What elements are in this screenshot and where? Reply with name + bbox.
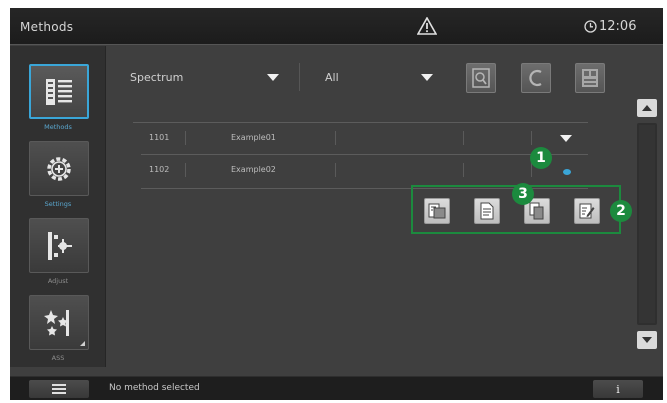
sidebar-item-methods-label: Methods	[44, 123, 72, 131]
cell-divider	[463, 163, 464, 177]
chevron-up-icon	[642, 105, 652, 111]
callout-badge: 1	[530, 147, 552, 169]
method-name: Example02	[231, 165, 276, 174]
row-divider	[141, 154, 588, 155]
chevron-down-icon	[267, 74, 279, 81]
screen-title: Methods	[20, 20, 74, 34]
scrollbar[interactable]	[637, 99, 657, 351]
callout-badge: 2	[610, 200, 632, 222]
edit-icon	[579, 203, 595, 219]
clock-icon	[584, 20, 597, 33]
reset-button[interactable]	[521, 63, 551, 93]
edit-method-button[interactable]	[574, 198, 600, 224]
open-icon	[428, 203, 446, 219]
cell-divider	[335, 163, 336, 177]
title-bar: Methods 12:06	[10, 8, 663, 45]
group-dropdown-value: All	[325, 70, 339, 84]
type-dropdown[interactable]: Spectrum	[130, 66, 280, 88]
scroll-down-button[interactable]	[637, 331, 657, 349]
reset-icon	[529, 69, 542, 87]
sidebar: Methods Settings Adjust ASS	[10, 46, 106, 367]
chevron-down-icon	[421, 74, 433, 81]
chevron-down-icon	[642, 337, 652, 343]
search-button[interactable]	[466, 63, 496, 93]
callout-badge: 3	[512, 183, 534, 205]
adjust-icon	[48, 231, 72, 260]
cell-divider	[463, 131, 464, 145]
info-button[interactable]: i	[593, 380, 643, 398]
export-button[interactable]	[575, 63, 605, 93]
warning-triangle-icon[interactable]	[417, 17, 437, 35]
method-number: 1101	[149, 133, 170, 142]
cell-divider	[185, 131, 186, 145]
settings-gear-icon	[47, 156, 71, 181]
export-icon	[582, 69, 598, 87]
sidebar-item-adjust[interactable]	[29, 218, 89, 273]
sidebar-item-ass-label: ASS	[51, 354, 65, 362]
group-dropdown[interactable]: All	[325, 66, 445, 88]
cell-divider	[185, 163, 186, 177]
filter-bar: Spectrum All	[125, 63, 605, 93]
search-icon	[472, 68, 490, 88]
clock-time: 12:06	[599, 19, 637, 34]
cell-divider	[531, 131, 532, 145]
app-screen: Methods 12:06 Methods Settings Adjust AS…	[10, 8, 663, 400]
scroll-track[interactable]	[637, 123, 657, 325]
cell-divider	[335, 131, 336, 145]
method-list-icon	[46, 78, 72, 105]
open-method-button[interactable]	[424, 198, 450, 224]
sidebar-item-settings[interactable]	[29, 141, 89, 196]
scroll-thumb[interactable]	[639, 125, 655, 323]
status-bar: No method selected i	[10, 376, 663, 400]
sparkle-icon	[44, 309, 69, 336]
method-number: 1102	[149, 165, 170, 174]
hamburger-menu-icon	[52, 384, 66, 394]
clock: 12:06	[584, 19, 636, 34]
sidebar-item-ass[interactable]	[29, 295, 89, 350]
scroll-up-button[interactable]	[637, 99, 657, 117]
sidebar-item-methods[interactable]	[29, 64, 89, 119]
sidebar-item-adjust-label: Adjust	[47, 277, 69, 285]
list-top-divider	[133, 122, 588, 123]
type-dropdown-value: Spectrum	[130, 70, 184, 84]
menu-button[interactable]	[29, 380, 89, 398]
status-message: No method selected	[109, 383, 200, 393]
row-expand-chevron-icon[interactable]	[560, 135, 572, 142]
sidebar-item-settings-label: Settings	[44, 200, 72, 208]
copy-icon	[529, 202, 544, 220]
new-method-button[interactable]	[474, 198, 500, 224]
new-method-icon	[480, 202, 494, 220]
row-selected-indicator-icon[interactable]	[563, 169, 571, 175]
divider	[299, 63, 300, 91]
info-icon: i	[616, 382, 620, 396]
submenu-corner-icon	[80, 341, 85, 346]
method-name: Example01	[231, 133, 276, 142]
